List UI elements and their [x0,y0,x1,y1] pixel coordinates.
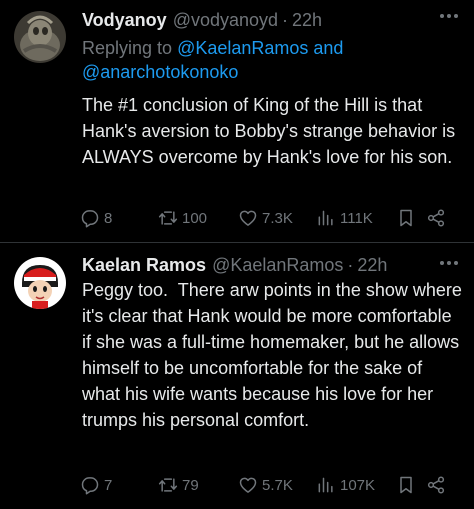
separator: · [347,255,354,275]
avatar-image-kaelan-ramos [14,257,66,309]
display-name[interactable]: Kaelan Ramos [82,253,206,277]
like-count: 5.7K [262,476,293,494]
share-icon [427,209,445,227]
share-icon [427,476,445,494]
views-icon [318,210,333,226]
bookmark-button[interactable] [396,475,426,495]
avatar-image-vodyanoy [14,11,66,63]
share-button[interactable] [426,475,450,495]
bookmark-icon [400,209,412,227]
tweet-header: Vodyanoy @vodyanoyd · 22h [82,8,464,32]
bookmark-icon [400,476,412,494]
reply-icon [81,477,99,495]
bookmark-button[interactable] [396,208,426,228]
display-name[interactable]: Vodyanoy [82,8,167,32]
tweet-actions: 7 79 5.7K 107K [80,475,458,495]
retweet-count: 79 [182,476,199,494]
like-button[interactable]: 5.7K [238,475,316,495]
more-icon[interactable] [440,8,458,24]
avatar[interactable] [14,11,66,63]
views-button[interactable]: 111K [316,208,396,228]
like-count: 7.3K [262,209,293,227]
retweet-icon [158,478,178,492]
user-handle[interactable]: @KaelanRamos [212,253,343,277]
views-button[interactable]: 107K [316,475,396,495]
retweet-icon [158,211,178,225]
tweet-vodyanoy[interactable]: Vodyanoy @vodyanoyd · 22h Replying to @K… [0,0,474,243]
share-button[interactable] [426,208,450,228]
tweet-text: Peggy too. There arw points in the show … [82,280,467,430]
replying-to: Replying to @KaelanRamos and @anarchotok… [82,36,464,84]
more-icon[interactable] [440,255,458,271]
avatar[interactable] [14,257,66,309]
reply-icon [81,210,99,228]
tweet-kaelan-ramos[interactable]: Kaelan Ramos @KaelanRamos · 22h Peggy to… [0,243,474,509]
views-count: 107K [340,476,376,494]
reply-button[interactable]: 7 [80,475,158,495]
replying-to-label: Replying to [82,38,178,58]
like-icon [239,477,257,493]
tweet-text: The #1 conclusion of King of the Hill is… [82,95,460,167]
views-icon [318,477,333,493]
reply-count: 7 [104,476,113,494]
like-button[interactable]: 7.3K [238,208,316,228]
separator: · [282,10,289,30]
like-icon [239,210,257,226]
retweet-button[interactable]: 79 [158,475,238,495]
views-count: 111K [340,209,373,227]
reply-button[interactable]: 8 [80,208,158,228]
tweet-header: Kaelan Ramos @KaelanRamos · 22h [82,253,464,277]
timestamp[interactable]: 22h [292,8,322,32]
retweet-button[interactable]: 100 [158,208,238,228]
timestamp[interactable]: 22h [357,253,387,277]
user-handle[interactable]: @vodyanoyd [173,8,278,32]
reply-count: 8 [104,209,113,227]
tweet-actions: 8 100 7.3K 111K [80,208,458,228]
retweet-count: 100 [182,209,208,227]
